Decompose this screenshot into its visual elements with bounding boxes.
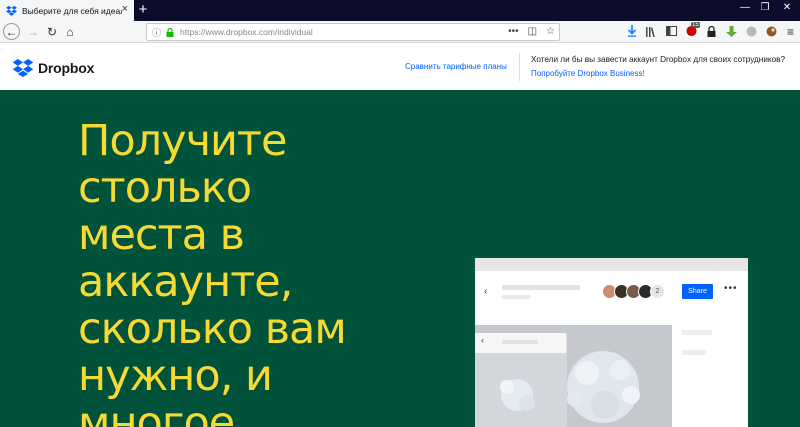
home-button[interactable]: ⌂	[61, 23, 79, 41]
dropbox-logo-icon	[12, 59, 34, 77]
lock-icon[interactable]	[706, 24, 717, 38]
info-icon[interactable]: ⓘ	[152, 26, 161, 39]
addon-gray-icon[interactable]	[746, 24, 757, 38]
library-icon[interactable]	[646, 24, 657, 38]
hero-title-line: нужно, и	[78, 351, 273, 401]
hero-section: Получите столько места в аккаунте, сколь…	[0, 90, 800, 427]
menu-icon[interactable]: ≡	[787, 25, 794, 39]
business-trial-link[interactable]: Попробуйте Dropbox Business!	[531, 69, 645, 78]
comment-placeholder	[682, 330, 712, 335]
tab-bar: Выберите для себя идеальное × + — ❐ ✕	[0, 0, 800, 21]
preview-back-icon: ‹	[484, 286, 488, 297]
bookmark-star-icon[interactable]: ☆	[546, 26, 555, 37]
preview-subtitle-placeholder	[502, 295, 530, 299]
addon-badge-count: 15	[691, 22, 700, 28]
collaborator-avatars: 2	[602, 284, 665, 299]
hero-title-line: столько	[78, 163, 252, 213]
hero-title: Получите столько места в аккаунте, сколь…	[78, 118, 458, 427]
business-question: Хотели ли бы вы завести аккаунт Dropbox …	[531, 55, 786, 64]
comment-placeholder	[682, 350, 706, 355]
url-text: https://www.dropbox.com/individual	[180, 27, 313, 37]
lock-icon	[166, 27, 174, 37]
pocket-icon[interactable]: ◫	[528, 26, 537, 37]
addon-brown-icon[interactable]	[766, 24, 777, 38]
preview-side-panel: ‹	[475, 333, 567, 427]
preview-topbar	[475, 258, 748, 271]
sidebar-icon[interactable]	[666, 24, 677, 38]
preview-comments-column	[679, 318, 748, 427]
panel-back-icon: ‹	[481, 335, 484, 345]
preview-more-icon: •••	[724, 283, 738, 294]
compare-plans-link[interactable]: Сравнить тарифные планы	[405, 62, 507, 71]
hero-title-line: аккаунте,	[78, 257, 293, 307]
forward-button[interactable]: →	[24, 23, 42, 41]
dropbox-logo[interactable]: Dropbox	[12, 59, 94, 77]
addon-green-icon[interactable]	[726, 24, 737, 38]
address-bar[interactable]: ⓘ https://www.dropbox.com/individual •••…	[146, 23, 560, 41]
product-preview: ‹ 2 Share ••• ‹	[475, 258, 748, 427]
maximize-button[interactable]: ❐	[755, 2, 775, 13]
new-tab-button[interactable]: +	[136, 1, 150, 19]
logo-text: Dropbox	[38, 60, 95, 76]
dropbox-favicon-icon	[6, 5, 17, 16]
page-actions-icon[interactable]: •••	[508, 26, 519, 37]
download-icon[interactable]	[626, 24, 637, 38]
close-window-button[interactable]: ✕	[777, 2, 797, 13]
header-divider	[519, 53, 520, 81]
navigation-bar: ← → ↻ ⌂ ⓘ https://www.dropbox.com/indivi…	[0, 21, 800, 43]
back-button[interactable]: ←	[3, 23, 20, 40]
site-header: Dropbox Сравнить тарифные планы Хотели л…	[0, 44, 800, 90]
hero-title-line: места в	[78, 210, 245, 260]
preview-share-button: Share	[682, 284, 713, 299]
panel-image	[475, 353, 567, 427]
minimize-button[interactable]: —	[735, 2, 755, 13]
hero-title-line: сколько вам	[78, 304, 347, 354]
reload-button[interactable]: ↻	[43, 23, 61, 41]
avatar-count: 2	[650, 284, 665, 299]
panel-sculpture-illustration	[475, 353, 567, 427]
addon-badge-icon[interactable]: 15	[686, 22, 700, 38]
hero-title-line: многое	[78, 398, 235, 427]
hero-title-line: Получите	[78, 116, 287, 166]
panel-title-placeholder	[502, 340, 538, 344]
tab-active[interactable]: Выберите для себя идеальное ×	[0, 0, 134, 21]
tab-close-icon[interactable]: ×	[122, 3, 128, 15]
preview-title-placeholder	[502, 285, 580, 290]
tab-title: Выберите для себя идеальное	[22, 5, 122, 16]
